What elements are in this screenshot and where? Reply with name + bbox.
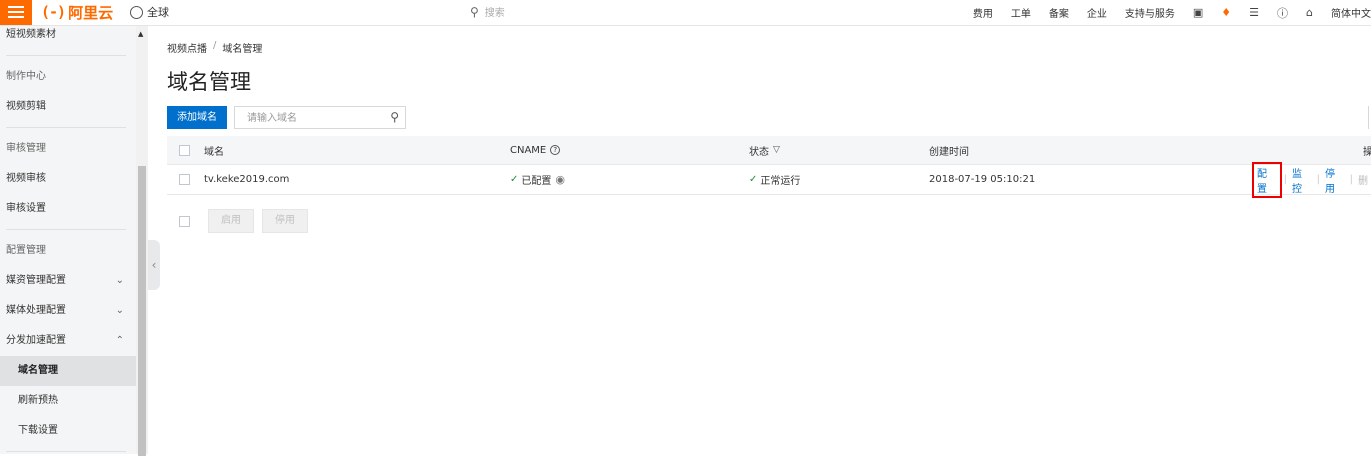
sidebar-scrollbar[interactable]: ▲ bbox=[136, 26, 148, 456]
delete-link[interactable]: 删 bbox=[1355, 172, 1371, 187]
bulk-actions: 启用 停用 bbox=[167, 209, 308, 233]
check-icon: ✓ bbox=[510, 174, 519, 185]
bulk-select-checkbox[interactable] bbox=[179, 215, 190, 227]
bell-icon[interactable]: ♦ bbox=[1212, 6, 1240, 19]
nav-enterprise[interactable]: 企业 bbox=[1078, 5, 1116, 20]
sidebar-item-media-processing-config[interactable]: 媒体处理配置 ⌄ bbox=[0, 296, 136, 326]
checkbox[interactable] bbox=[179, 174, 190, 185]
status-text: 正常运行 bbox=[760, 176, 801, 187]
table-row: tv.keke2019.com ✓ 已配置 ◉ ✓ 正常运行 2018-07-1… bbox=[167, 161, 1371, 198]
action-separator: | bbox=[1316, 174, 1320, 185]
select-all-checkbox[interactable] bbox=[179, 136, 190, 164]
terminal-icon[interactable]: ▣ bbox=[1184, 6, 1212, 19]
breadcrumb-item-domain: 域名管理 bbox=[222, 44, 263, 55]
scroll-up-arrow-icon[interactable]: ▲ bbox=[138, 30, 143, 38]
main-content: 视频点播 / 域名管理 域名管理 添加域名 ⚲ 域名 CNAME ? 状态 ▽ … bbox=[160, 26, 1371, 454]
breadcrumb-item-vod[interactable]: 视频点播 bbox=[167, 40, 207, 55]
status-cell: ✓ 正常运行 bbox=[749, 165, 800, 194]
help-icon[interactable]: ? bbox=[550, 145, 561, 155]
brand-name: 阿里云 bbox=[68, 3, 114, 22]
nav-tickets[interactable]: 工单 bbox=[1002, 5, 1040, 20]
sidebar-item-video-review[interactable]: 视频审核 bbox=[0, 164, 136, 194]
action-separator: | bbox=[1349, 174, 1353, 185]
configure-link[interactable]: 配置 bbox=[1252, 161, 1282, 198]
bulk-enable-button[interactable]: 启用 bbox=[208, 209, 254, 233]
check-icon: ✓ bbox=[749, 174, 758, 185]
sidebar-item-review-settings[interactable]: 审核设置 bbox=[0, 194, 136, 224]
sidebar-group-production: 制作中心 bbox=[6, 71, 46, 82]
sidebar-item-label: 媒体处理配置 bbox=[6, 305, 66, 316]
language-selector[interactable]: 简体中文 bbox=[1322, 5, 1371, 20]
nav-support[interactable]: 支持与服务 bbox=[1116, 5, 1184, 20]
column-header-domain: 域名 bbox=[204, 146, 224, 158]
region-label: 全球 bbox=[147, 6, 169, 19]
eye-icon[interactable]: ◉ bbox=[555, 173, 565, 186]
action-separator: | bbox=[1283, 174, 1287, 185]
region-selector[interactable]: 全球 bbox=[130, 4, 169, 20]
sidebar-item-refresh-preload[interactable]: 刷新预热 bbox=[0, 386, 136, 416]
top-nav: 费用 工单 备案 企业 支持与服务 ▣ ♦ ☰ ⓘ ⌂ 简体中文 bbox=[964, 0, 1371, 25]
chevron-down-icon: ⌄ bbox=[115, 275, 124, 286]
add-domain-button[interactable]: 添加域名 bbox=[167, 106, 227, 129]
sidebar-divider bbox=[6, 451, 126, 452]
breadcrumb-separator: / bbox=[213, 40, 217, 51]
sidebar-group-review: 审核管理 bbox=[6, 143, 46, 154]
global-search[interactable]: ⚲ 搜索 bbox=[470, 4, 505, 20]
sidebar-item-short-video-material[interactable]: 短视频素材 bbox=[0, 26, 136, 50]
page-title: 域名管理 bbox=[167, 70, 251, 94]
scrollbar-thumb[interactable] bbox=[138, 166, 146, 456]
column-header-status: 状态 ▽ bbox=[749, 136, 780, 164]
domain-cell: tv.keke2019.com bbox=[204, 174, 290, 185]
toolbar-edge bbox=[1368, 106, 1369, 129]
sidebar-divider bbox=[6, 55, 126, 56]
menu-icon[interactable] bbox=[0, 0, 32, 25]
filter-icon[interactable]: ▽ bbox=[773, 145, 780, 155]
domain-search-input[interactable] bbox=[235, 107, 389, 130]
help-icon[interactable]: ⓘ bbox=[1268, 5, 1297, 21]
monitor-link[interactable]: 监控 bbox=[1289, 165, 1315, 195]
created-time-cell: 2018-07-19 05:10:21 bbox=[929, 174, 1036, 185]
sidebar-item-label: 媒资管理配置 bbox=[6, 275, 66, 286]
sidebar-item-label: 分发加速配置 bbox=[6, 335, 66, 346]
cname-cell: ✓ 已配置 ◉ bbox=[510, 165, 565, 194]
collapse-sidebar-button[interactable]: ‹ bbox=[148, 240, 160, 290]
row-checkbox[interactable] bbox=[179, 165, 190, 194]
search-icon[interactable]: ⚲ bbox=[390, 110, 399, 124]
domain-search: ⚲ bbox=[234, 106, 406, 130]
breadcrumb: 视频点播 / 域名管理 bbox=[167, 40, 262, 55]
column-header-created: 创建时间 bbox=[929, 146, 969, 158]
sidebar-item-media-asset-config[interactable]: 媒资管理配置 ⌄ bbox=[0, 266, 136, 296]
sidebar-item-download-settings[interactable]: 下载设置 bbox=[0, 416, 136, 446]
top-bar: (-) 阿里云 全球 ⚲ 搜索 费用 工单 备案 企业 支持与服务 ▣ ♦ ☰ … bbox=[0, 0, 1371, 26]
cname-status: 已配置 bbox=[521, 176, 552, 187]
sidebar-group-config: 配置管理 bbox=[6, 245, 46, 256]
home-icon[interactable]: ⌂ bbox=[1297, 6, 1322, 19]
checkbox[interactable] bbox=[179, 144, 190, 156]
disable-link[interactable]: 停用 bbox=[1322, 165, 1348, 195]
nav-billing[interactable]: 费用 bbox=[964, 5, 1002, 20]
table-header: 域名 CNAME ? 状态 ▽ 创建时间 操 bbox=[167, 136, 1371, 165]
sidebar-divider bbox=[6, 229, 126, 230]
chevron-up-icon: ⌃ bbox=[115, 335, 124, 346]
sidebar: 短视频素材 制作中心 视频剪辑 审核管理 视频审核 审核设置 配置管理 媒资管理… bbox=[0, 26, 136, 454]
bulk-disable-button[interactable]: 停用 bbox=[262, 209, 308, 233]
search-icon: ⚲ bbox=[470, 4, 479, 19]
column-header-label: 状态 bbox=[749, 146, 769, 158]
row-actions: 配置 | 监控 | 停用 | 删 bbox=[1252, 161, 1371, 198]
column-header-label: CNAME bbox=[510, 144, 547, 156]
nav-icp[interactable]: 备案 bbox=[1040, 5, 1078, 20]
column-header-cname: CNAME ? bbox=[510, 136, 561, 164]
global-search-placeholder: 搜索 bbox=[484, 8, 505, 19]
brand-mark: (-) bbox=[41, 3, 66, 21]
chevron-down-icon: ⌄ bbox=[115, 305, 124, 316]
brand-logo[interactable]: (-) 阿里云 bbox=[41, 2, 113, 22]
sidebar-divider bbox=[6, 127, 126, 128]
cart-icon[interactable]: ☰ bbox=[1240, 6, 1268, 19]
sidebar-item-cdn-config[interactable]: 分发加速配置 ⌃ bbox=[0, 326, 136, 356]
globe-icon bbox=[130, 5, 143, 19]
chevron-left-icon: ‹ bbox=[151, 258, 157, 272]
sidebar-item-video-edit[interactable]: 视频剪辑 bbox=[0, 92, 136, 122]
column-header-actions: 操 bbox=[1363, 146, 1371, 158]
sidebar-item-domain-management[interactable]: 域名管理 bbox=[0, 356, 136, 386]
